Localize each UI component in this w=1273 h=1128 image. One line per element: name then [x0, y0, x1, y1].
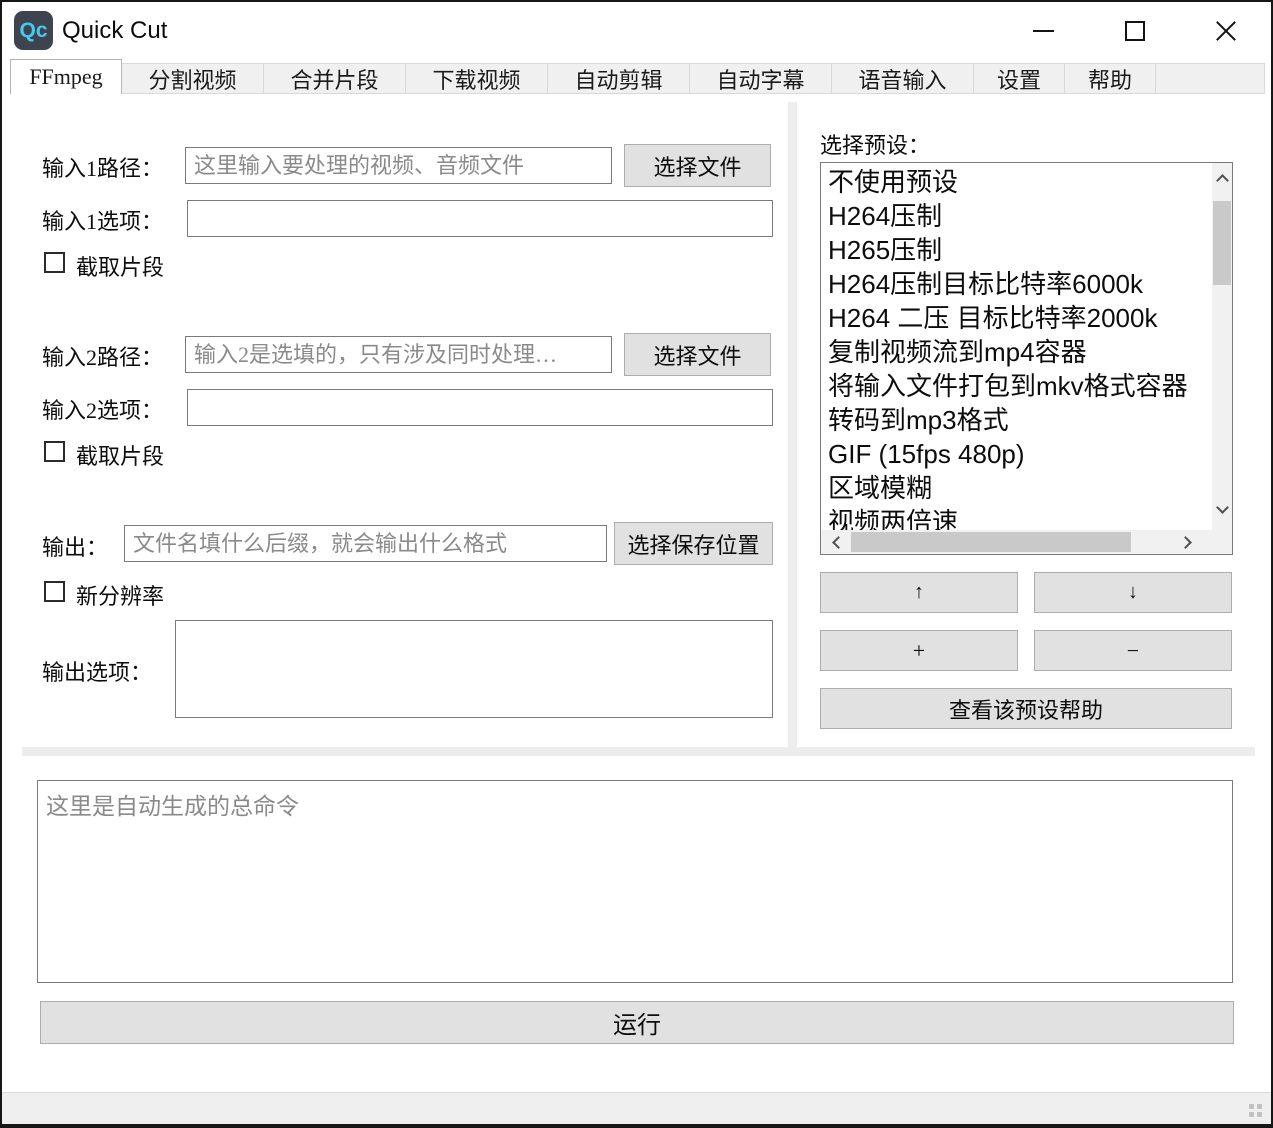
close-icon [1214, 19, 1238, 43]
preset-help-button[interactable]: 查看该预设帮助 [820, 688, 1232, 729]
preset-item[interactable]: 不使用预设 [828, 165, 1212, 199]
tab-help[interactable]: 帮助 [1064, 63, 1156, 94]
output-options-field[interactable] [175, 620, 773, 718]
tab-ffmpeg[interactable]: FFmpeg [10, 59, 122, 94]
preset-item[interactable]: H264压制目标比特率6000k [828, 267, 1212, 301]
clip2-checkbox-label[interactable]: 截取片段 [76, 439, 164, 471]
horizontal-scrollbar[interactable] [821, 530, 1232, 554]
tab-settings[interactable]: 设置 [973, 63, 1065, 94]
panel-vertical-separator [788, 102, 797, 747]
tab-bar: FFmpeg 分割视频 合并片段 下载视频 自动剪辑 自动字幕 语音输入 设置 … [10, 59, 1265, 94]
tab-merge-clips[interactable]: 合并片段 [263, 63, 406, 94]
app-window: Qc Quick Cut FFmpeg 分割视频 合并片段 下载视频 自动剪辑 … [0, 0, 1273, 1128]
window-controls [998, 2, 1271, 59]
tab-bar-filler [1155, 63, 1265, 94]
resize-grip-icon[interactable] [1249, 1104, 1262, 1117]
app-icon: Qc [14, 11, 53, 50]
choose-file1-button[interactable]: 选择文件 [624, 144, 771, 187]
input2-options-label: 输入2选项： [42, 393, 163, 425]
input2-path-label: 输入2路径： [42, 340, 163, 372]
output-options-label: 输出选项： [42, 655, 152, 687]
tab-download-video[interactable]: 下载视频 [405, 63, 548, 94]
chevron-down-icon [1216, 501, 1229, 514]
input1-options-label: 输入1选项： [42, 204, 163, 236]
preset-move-down-button[interactable]: ↓ [1034, 572, 1232, 613]
input2-path-field[interactable] [185, 336, 612, 373]
new-resolution-checkbox-label[interactable]: 新分辨率 [76, 579, 164, 611]
output-label: 输出： [42, 530, 108, 562]
chevron-up-icon [1216, 174, 1229, 187]
preset-item[interactable]: 复制视频流到mp4容器 [828, 335, 1212, 369]
preset-listbox: 不使用预设 H264压制 H265压制 H264压制目标比特率6000k H26… [820, 162, 1233, 555]
vertical-scrollbar-thumb[interactable] [1213, 201, 1231, 285]
minimize-icon [1033, 30, 1054, 32]
close-button[interactable] [1180, 2, 1271, 59]
tab-voice-input[interactable]: 语音输入 [831, 63, 974, 94]
input2-options-field[interactable] [187, 389, 773, 426]
preset-item[interactable]: 视频两倍速 [828, 505, 1212, 530]
preset-item[interactable]: 转码到mp3格式 [828, 403, 1212, 437]
window-title: Quick Cut [62, 2, 167, 59]
preset-move-up-button[interactable]: ↑ [820, 572, 1018, 613]
new-resolution-checkbox[interactable] [44, 581, 65, 602]
scroll-left-button[interactable] [821, 530, 851, 554]
tab-split-video[interactable]: 分割视频 [121, 63, 264, 94]
scroll-down-button[interactable] [1212, 494, 1232, 524]
choose-save-location-button[interactable]: 选择保存位置 [614, 522, 773, 565]
input1-options-field[interactable] [187, 200, 773, 237]
clip1-checkbox-label[interactable]: 截取片段 [76, 250, 164, 282]
chevron-left-icon [832, 536, 845, 549]
clip2-checkbox[interactable] [44, 441, 65, 462]
preset-item[interactable]: 将输入文件打包到mkv格式容器 [828, 369, 1212, 403]
preset-item[interactable]: H265压制 [828, 233, 1212, 267]
tab-auto-subtitle[interactable]: 自动字幕 [689, 63, 832, 94]
output-field[interactable] [124, 525, 607, 562]
preset-add-button[interactable]: + [820, 630, 1018, 671]
title-bar: Qc Quick Cut [2, 2, 1271, 59]
preset-item[interactable]: H264压制 [828, 199, 1212, 233]
scroll-up-button[interactable] [1212, 163, 1232, 193]
status-bar [2, 1092, 1271, 1124]
input1-path-label: 输入1路径： [42, 151, 163, 183]
horizontal-scrollbar-thumb[interactable] [851, 532, 1131, 552]
chevron-right-icon [1179, 536, 1192, 549]
panel-horizontal-separator [22, 747, 1255, 756]
preset-item[interactable]: 区域模糊 [828, 471, 1212, 505]
maximize-button[interactable] [1089, 2, 1180, 59]
scroll-right-button[interactable] [1172, 530, 1202, 554]
preset-list-label: 选择预设： [820, 128, 930, 160]
minimize-button[interactable] [998, 2, 1089, 59]
tab-auto-edit[interactable]: 自动剪辑 [547, 63, 690, 94]
choose-file2-button[interactable]: 选择文件 [624, 333, 771, 376]
maximize-icon [1125, 21, 1145, 41]
preset-remove-button[interactable]: − [1034, 630, 1232, 671]
clip1-checkbox[interactable] [44, 252, 65, 273]
input1-path-field[interactable] [185, 147, 612, 184]
vertical-scrollbar[interactable] [1212, 163, 1232, 530]
generated-command-field[interactable] [37, 780, 1233, 983]
preset-items: 不使用预设 H264压制 H265压制 H264压制目标比特率6000k H26… [821, 163, 1212, 530]
preset-item[interactable]: GIF (15fps 480p) [828, 437, 1212, 471]
run-button[interactable]: 运行 [40, 1001, 1234, 1044]
preset-item[interactable]: H264 二压 目标比特率2000k [828, 301, 1212, 335]
